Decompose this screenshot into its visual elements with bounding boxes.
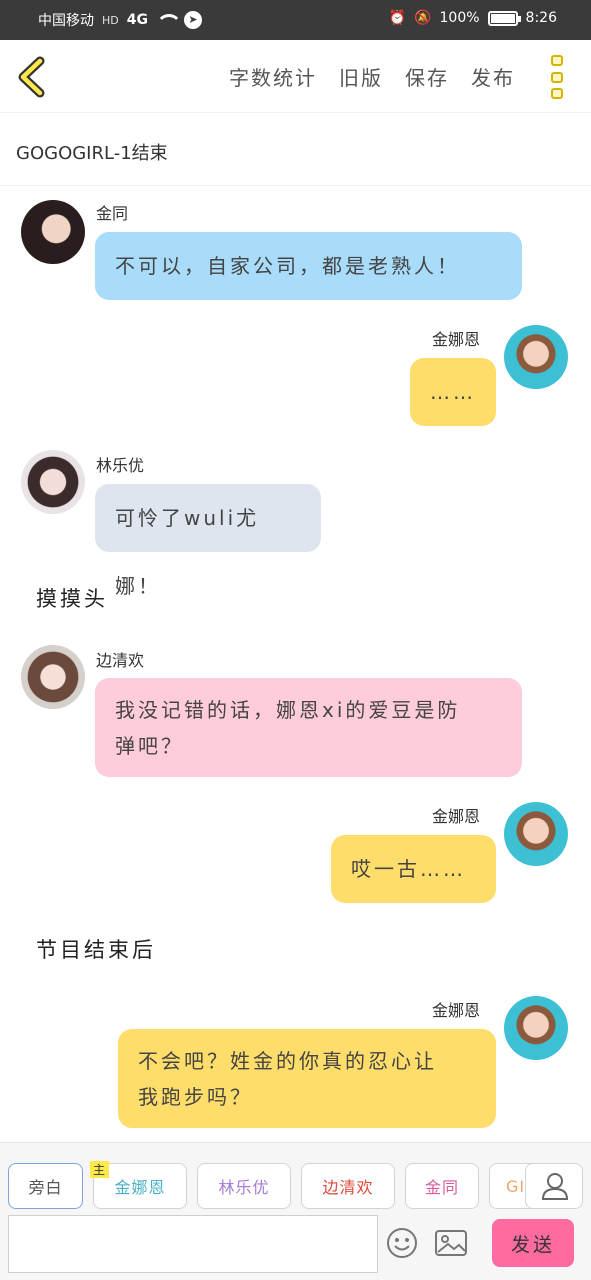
message-line: 不会吧？姓金的你真的忍心让 [138,1049,437,1073]
sender-name: 林乐优 [96,456,145,475]
battery-percent: 100% [439,10,480,26]
back-arrow-icon[interactable] [14,56,48,98]
hd-badge: HD [102,13,119,27]
carrier-label: 中国移动 [38,13,94,29]
sender-name: 金同 [96,204,129,223]
chip-narrator[interactable]: 旁白 [8,1163,83,1209]
avatar-jinnaen[interactable] [504,996,568,1060]
status-bar: 中国移动 HD 4G ➤ ⏰ 🔕 100% 8:26 [0,0,591,40]
alarm-icon: ⏰ [388,10,407,26]
clock: 8:26 [525,10,557,26]
sender-name: 金娜恩 [432,1001,481,1020]
image-icon[interactable] [434,1228,468,1258]
message-bubble[interactable]: 不可以，自家公司，都是老熟人！ [95,232,522,300]
send-button[interactable]: 发送 [492,1219,574,1267]
message-line: 弹吧？ [115,734,184,758]
emoji-icon[interactable] [386,1227,418,1259]
chip-jintong[interactable]: 金同 [405,1163,479,1209]
chapter-title: GOGOGIRL-1结束 [16,143,168,164]
add-character-button[interactable] [525,1163,583,1209]
avatar-bianqinghuan[interactable] [21,645,85,709]
main-character-tag: 主 [90,1161,110,1178]
avatar-jintong[interactable] [21,200,85,264]
message-input[interactable] [8,1215,378,1273]
chip-linleyou[interactable]: 林乐优 [197,1163,291,1209]
chip-label: 金同 [424,1178,459,1197]
person-icon [541,1173,569,1200]
top-toolbar: 字数统计 旧版 保存 发布 [0,40,591,113]
chip-label: 边清欢 [322,1178,374,1197]
mute-icon: 🔕 [414,10,432,26]
battery-icon [487,10,521,26]
sender-name: 金娜恩 [432,330,481,349]
chip-label: 林乐优 [218,1178,270,1197]
chip-label: 旁白 [28,1178,63,1197]
save-button[interactable]: 保存 [405,62,449,91]
composer-bar: 旁白 主 金娜恩 林乐优 边清欢 金同 GIF 发送 [0,1142,591,1280]
chip-bianqinghuan[interactable]: 边清欢 [301,1163,395,1209]
message-bubble[interactable]: 哎一古…… [331,835,496,903]
message-bubble[interactable]: …… [410,358,496,426]
network-label: 4G [126,12,148,28]
character-chips: 旁白 主 金娜恩 林乐优 边清欢 金同 GIF [8,1161,549,1209]
narration-text[interactable]: 摸摸头 [36,583,108,613]
more-menu-icon[interactable] [551,55,565,99]
wifi-icon [155,12,182,28]
send-status-icon: ➤ [183,11,202,29]
old-version-button[interactable]: 旧版 [339,62,383,91]
chip-label: 金娜恩 [114,1178,166,1197]
narration-text[interactable]: 节目结束后 [36,934,156,964]
avatar-linleyou[interactable] [21,450,85,514]
word-count-button[interactable]: 字数统计 [229,62,317,91]
message-bubble[interactable]: 我没记错的话，娜恩xi的爱豆是防 弹吧？ [95,678,522,777]
message-line: 我没记错的话，娜恩xi的爱豆是防 [115,698,461,722]
message-bubble[interactable]: 不会吧？姓金的你真的忍心让 我跑步吗？ [118,1029,496,1128]
sender-name: 边清欢 [96,651,145,670]
avatar-jinnaen[interactable] [504,325,568,389]
publish-button[interactable]: 发布 [471,62,515,91]
message-bubble[interactable]: 可怜了wuli尤娜！ [95,484,321,598]
chip-jinnaen[interactable]: 主 金娜恩 [90,1161,187,1209]
chapter-title-bar[interactable]: GOGOGIRL-1结束 [0,113,591,186]
message-line: 我跑步吗？ [138,1085,253,1109]
avatar-jinnaen[interactable] [504,802,568,866]
sender-name: 金娜恩 [432,807,481,826]
